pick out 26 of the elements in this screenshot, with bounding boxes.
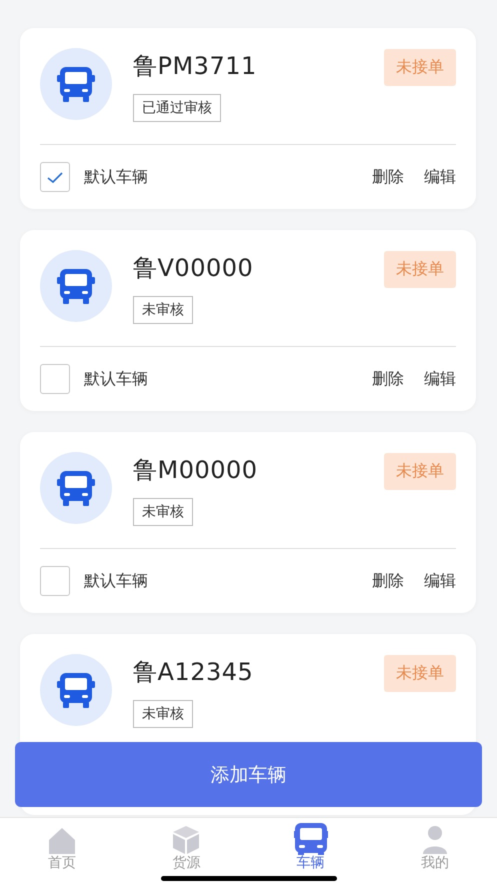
default-vehicle-label: 默认车辆 bbox=[84, 368, 149, 390]
plate-number: 鲁A12345 bbox=[133, 657, 254, 688]
bus-icon bbox=[294, 823, 328, 855]
plate-number: 鲁M00000 bbox=[133, 455, 258, 486]
default-vehicle-label: 默认车辆 bbox=[84, 166, 149, 188]
edit-link[interactable]: 编辑 bbox=[424, 166, 456, 188]
default-checkbox[interactable] bbox=[40, 364, 70, 394]
review-status-tag: 未审核 bbox=[133, 700, 193, 728]
default-checkbox[interactable] bbox=[40, 162, 70, 192]
order-status-badge: 未接单 bbox=[384, 453, 456, 490]
add-vehicle-button[interactable]: 添加车辆 bbox=[15, 742, 482, 807]
default-checkbox[interactable] bbox=[40, 566, 70, 596]
delete-link[interactable]: 删除 bbox=[372, 368, 404, 390]
review-status-tag: 已通过审核 bbox=[133, 94, 221, 122]
review-status-tag: 未审核 bbox=[133, 498, 193, 526]
plate-number: 鲁V00000 bbox=[133, 253, 254, 284]
default-vehicle-label: 默认车辆 bbox=[84, 570, 149, 592]
edit-link[interactable]: 编辑 bbox=[424, 368, 456, 390]
edit-link[interactable]: 编辑 bbox=[424, 570, 456, 592]
order-status-badge: 未接单 bbox=[384, 251, 456, 288]
review-status-tag: 未审核 bbox=[133, 296, 193, 324]
order-status-badge: 未接单 bbox=[384, 655, 456, 692]
order-status-badge: 未接单 bbox=[384, 49, 456, 86]
plate-number: 鲁PM3711 bbox=[133, 51, 257, 82]
delete-link[interactable]: 删除 bbox=[372, 166, 404, 188]
delete-link[interactable]: 删除 bbox=[372, 570, 404, 592]
